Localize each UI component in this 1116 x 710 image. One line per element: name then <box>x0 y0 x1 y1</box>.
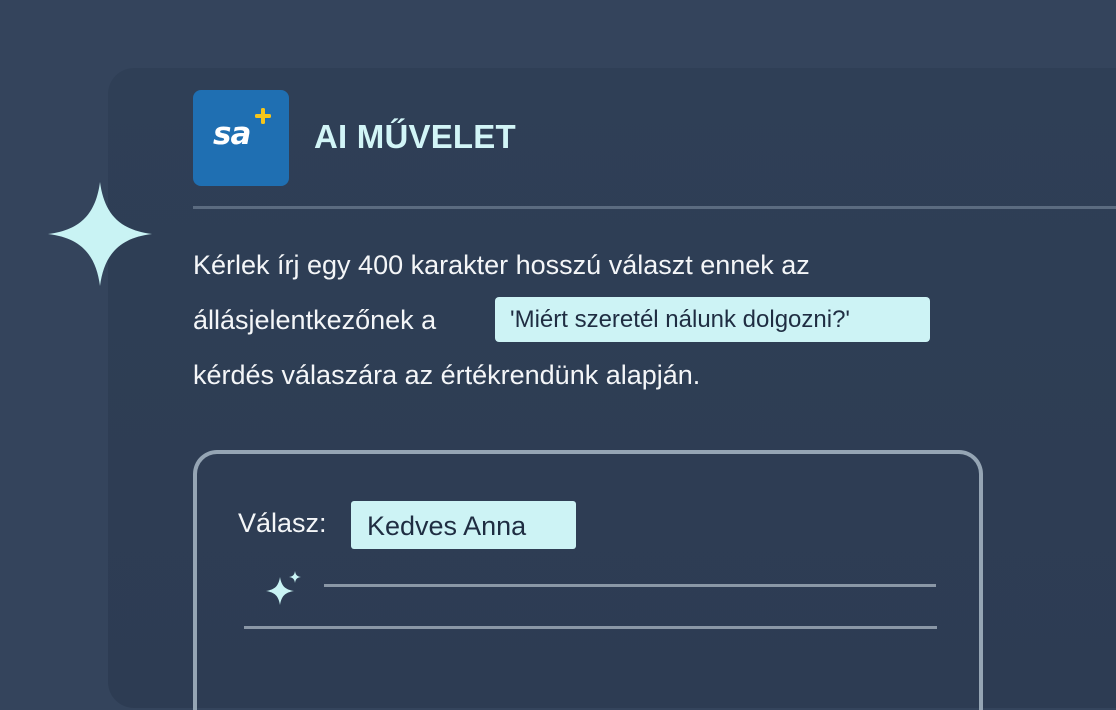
answer-value-chip[interactable]: Kedves Anna <box>351 501 576 549</box>
prompt-text-line-1: Kérlek írj egy 400 karakter hosszú válas… <box>193 250 810 280</box>
logo-text: sa <box>213 116 251 152</box>
sparkle-icon <box>48 182 152 286</box>
prompt-text-line-2: állásjelentkezőnek a <box>193 305 437 335</box>
plus-icon <box>255 108 271 124</box>
app-logo: sa <box>193 90 289 186</box>
response-box <box>193 450 983 710</box>
answer-label: Válasz: <box>238 508 327 538</box>
generating-text-placeholder <box>244 626 937 629</box>
page-title: AI MŰVELET <box>314 118 516 155</box>
question-chip[interactable]: 'Miért szeretél nálunk dolgozni?' <box>495 297 930 342</box>
ai-sparkles-icon <box>266 571 301 605</box>
prompt-text-line-3: kérdés válaszára az értékrendünk alapján… <box>193 360 701 390</box>
header-divider <box>193 206 1116 209</box>
generating-text-placeholder <box>324 584 936 587</box>
